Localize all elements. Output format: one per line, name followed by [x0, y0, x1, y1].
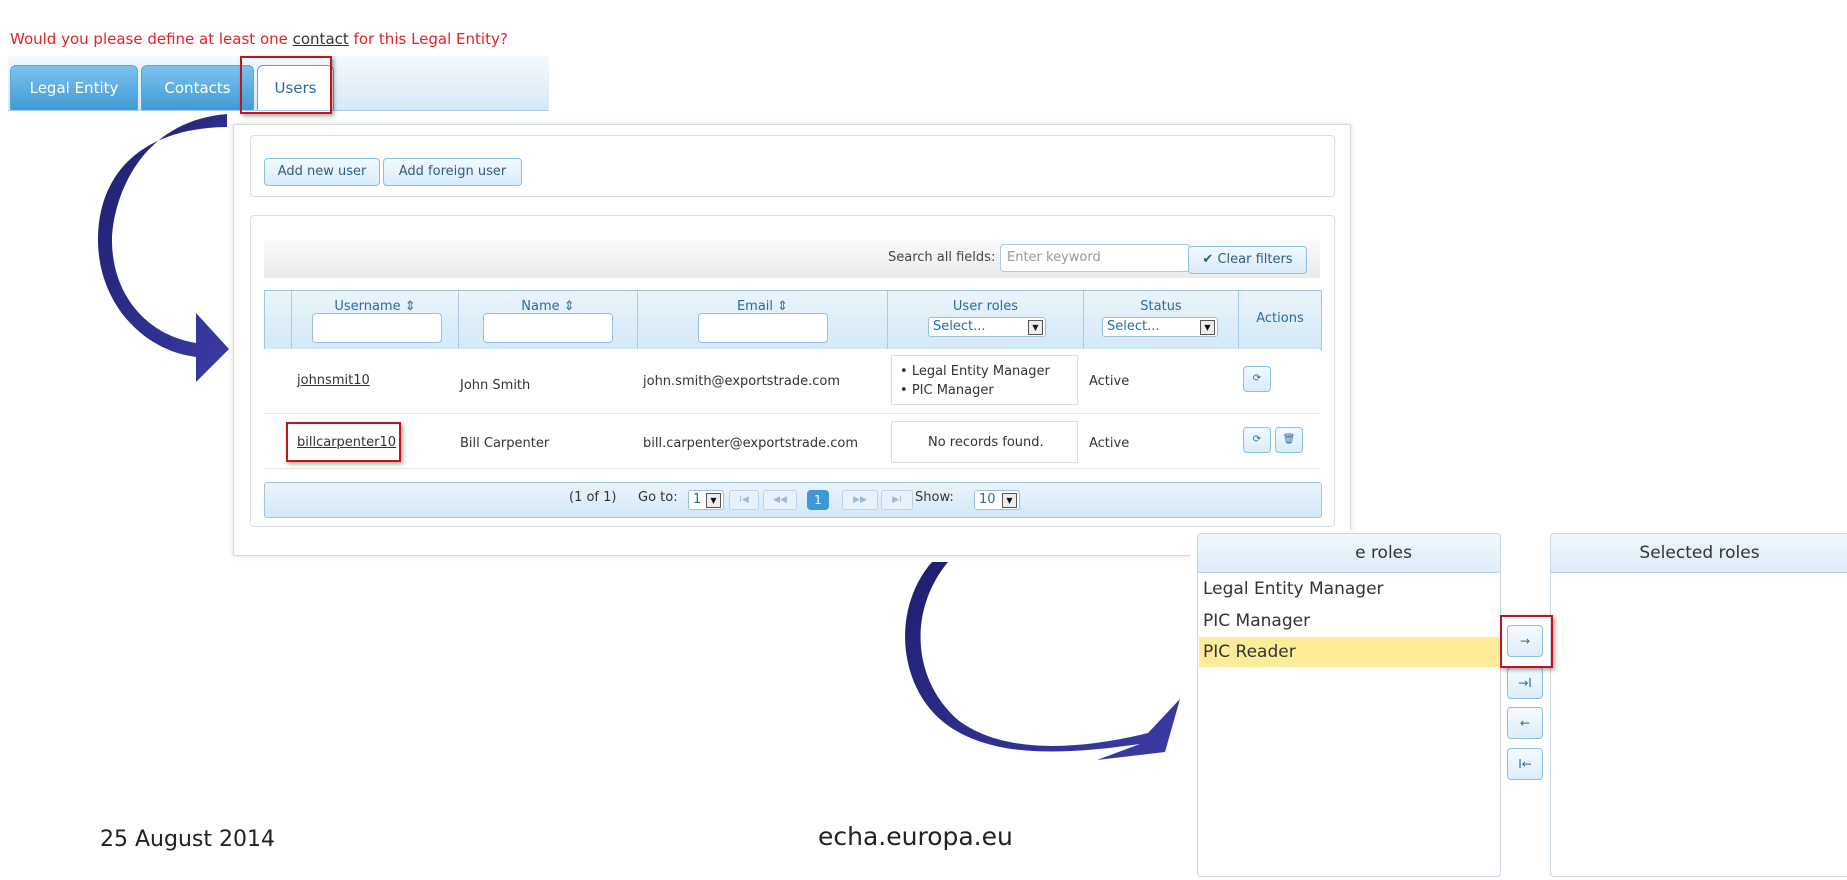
selected-roles-header: Selected roles: [1551, 534, 1847, 573]
column-name[interactable]: Name ⇕: [458, 291, 637, 349]
remove-all-arrow-icon[interactable]: I←: [1507, 748, 1543, 780]
status-select[interactable]: Select... ▼: [1102, 317, 1218, 337]
roles-empty: No records found.: [891, 421, 1078, 463]
column-actions: Actions: [1238, 291, 1321, 349]
add-foreign-user-button[interactable]: Add foreign user: [383, 158, 522, 186]
first-page-icon[interactable]: I◀: [729, 490, 759, 510]
tab-legal-entity[interactable]: Legal Entity: [10, 65, 138, 110]
no-records-text: No records found.: [928, 435, 1044, 450]
column-label: Actions: [1256, 311, 1304, 326]
sort-icon: ⇕: [404, 299, 416, 314]
selected-roles-list: Selected roles: [1550, 533, 1847, 877]
reset-icon[interactable]: ⟳: [1243, 427, 1271, 453]
dropdown-arrow-icon: ▼: [1028, 320, 1043, 335]
column-label: Username: [334, 299, 401, 314]
name-cell: John Smith: [460, 378, 531, 393]
next-page-icon[interactable]: ▶▶: [842, 490, 878, 510]
email-cell: john.smith@exportstrade.com: [643, 374, 840, 389]
role-item: • PIC Manager: [900, 383, 994, 398]
name-filter-input[interactable]: [483, 313, 613, 343]
column-label: User roles: [952, 299, 1019, 314]
trash-icon[interactable]: 🗑: [1275, 427, 1303, 453]
column-email[interactable]: Email ⇕: [637, 291, 887, 349]
search-label: Search all fields:: [888, 250, 996, 265]
column-label: Email: [736, 299, 774, 314]
column-label: Status: [1140, 299, 1182, 314]
clear-filters-label: Clear filters: [1217, 252, 1293, 267]
curved-arrow-icon: [905, 562, 1180, 760]
sort-icon: ⇕: [563, 299, 575, 314]
dropdown-arrow-icon: ▼: [1200, 320, 1215, 335]
highlight-box: [240, 56, 332, 114]
page-1-button[interactable]: 1: [807, 490, 829, 510]
show-label: Show:: [915, 490, 954, 505]
footer-date: 25 August 2014: [100, 827, 275, 852]
column-user-roles: User roles Select... ▼: [887, 291, 1083, 349]
search-input[interactable]: Enter keyword: [1000, 244, 1190, 272]
name-cell: Bill Carpenter: [460, 436, 550, 451]
username-link[interactable]: johnsmit10: [297, 373, 370, 388]
page-summary: (1 of 1): [569, 490, 617, 505]
column-label: Name: [521, 299, 560, 314]
column-username[interactable]: Username ⇕: [291, 291, 458, 349]
footer-url: echa.europa.eu: [818, 822, 1013, 851]
role-item: • Legal Entity Manager: [900, 364, 1050, 379]
user-roles-select[interactable]: Select... ▼: [928, 317, 1046, 337]
check-icon: ✔: [1202, 252, 1214, 267]
role-option-selected[interactable]: PIC Reader: [1199, 637, 1499, 667]
email-filter-input[interactable]: [698, 313, 828, 343]
roles-list: • Legal Entity Manager • PIC Manager: [891, 355, 1078, 405]
goto-label: Go to:: [638, 490, 678, 505]
add-all-arrow-icon[interactable]: →I: [1507, 667, 1543, 699]
role-option[interactable]: Legal Entity Manager: [1199, 574, 1499, 604]
column-status: Status Select... ▼: [1083, 291, 1238, 349]
curved-arrow-icon: [98, 114, 229, 382]
page-size-select[interactable]: 10 ▼: [974, 490, 1020, 510]
clear-filters-button[interactable]: ✔ Clear filters: [1188, 246, 1307, 274]
remove-arrow-icon[interactable]: ←: [1507, 707, 1543, 739]
email-cell: bill.carpenter@exportstrade.com: [643, 436, 859, 451]
status-cell: Active: [1089, 374, 1130, 389]
status-cell: Active: [1089, 436, 1130, 451]
highlight-box: [286, 422, 401, 462]
prev-page-icon[interactable]: ◀◀: [763, 490, 797, 510]
dropdown-arrow-icon: ▼: [706, 493, 721, 508]
role-option[interactable]: PIC Manager: [1199, 606, 1499, 636]
reset-icon[interactable]: ⟳: [1243, 366, 1271, 392]
dropdown-arrow-icon: ▼: [1002, 493, 1017, 508]
sort-icon: ⇕: [777, 299, 789, 314]
table-header: Username ⇕ Name ⇕ Email ⇕ User roles Sel…: [264, 290, 1322, 350]
last-page-icon[interactable]: ▶I: [881, 490, 913, 510]
username-filter-input[interactable]: [312, 313, 442, 343]
goto-select[interactable]: 1 ▼: [688, 490, 724, 510]
tab-contacts[interactable]: Contacts: [141, 65, 254, 110]
contact-link[interactable]: contact: [293, 30, 349, 48]
add-new-user-button[interactable]: Add new user: [264, 158, 380, 186]
available-roles-header: e roles: [1198, 534, 1500, 573]
warning-message: Would you please define at least one con…: [10, 30, 508, 48]
highlight-box: [1500, 615, 1553, 668]
